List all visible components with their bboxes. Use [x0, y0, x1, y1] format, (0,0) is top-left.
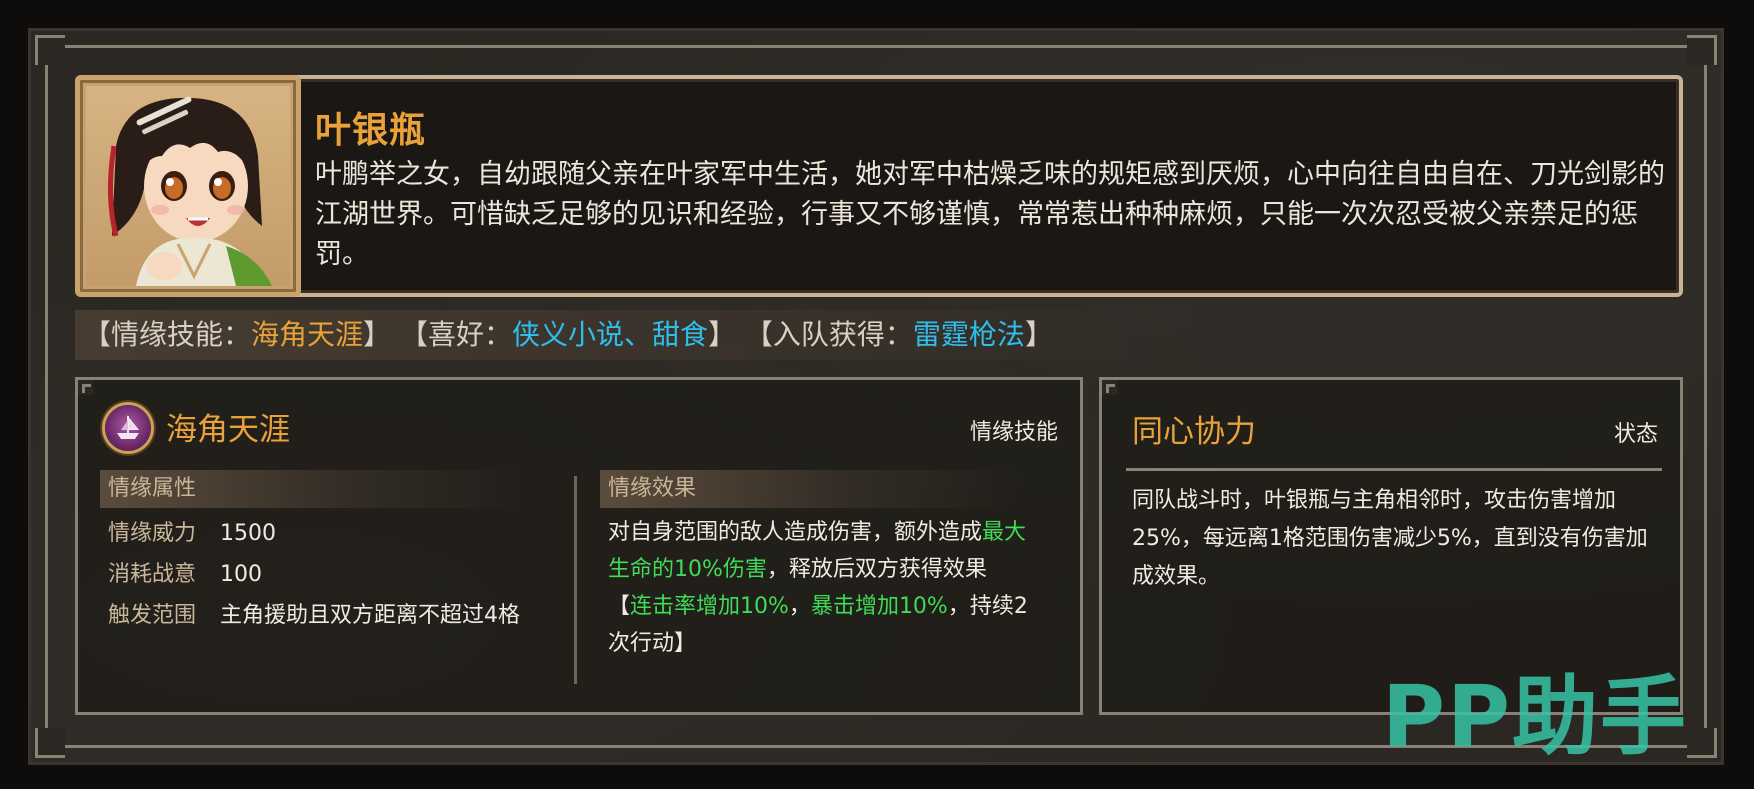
- skill-title: 海角天涯: [166, 412, 290, 448]
- join-reward-link[interactable]: 雷霆枪法: [913, 318, 1025, 351]
- frame-corner-ornament: [1687, 35, 1717, 65]
- affinity-skill-link[interactable]: 海角天涯: [251, 318, 363, 351]
- panel-corner-notch: [1099, 377, 1117, 395]
- attribute-value: 100: [220, 562, 262, 587]
- frame-corner-ornament: [35, 728, 65, 758]
- skill-label: 【情缘技能：: [83, 318, 252, 351]
- hobby-label: 【喜好：: [399, 318, 512, 351]
- effect-header: 情缘效果: [600, 470, 1020, 508]
- attribute-row: 触发范围 主角援助且双方距离不超过4格: [108, 596, 520, 636]
- character-biography: 叶鹏举之女，自幼跟随父亲在叶家军中生活，她对军中枯燥乏味的规矩感到厌烦，心中向往…: [315, 159, 1665, 270]
- effect-highlight: 暴击增加10%: [810, 594, 948, 619]
- frame-corner-ornament: [1687, 728, 1717, 758]
- character-portrait: [75, 75, 301, 297]
- status-title: 同心协力: [1132, 414, 1256, 450]
- attribute-row: 情缘威力 1500: [108, 514, 276, 554]
- character-portrait-image: [107, 96, 272, 286]
- attribute-key: 触发范围: [108, 603, 197, 628]
- affinity-skill-panel: 海角天涯 情缘技能 情缘属性 情缘威力 1500 消耗战意 100 触发范围 主角援助…: [75, 377, 1083, 715]
- hobby-value: 侠义小说、甜食: [511, 318, 708, 351]
- panel-corner-notch: [75, 377, 93, 395]
- attributes-header: 情缘属性: [100, 470, 520, 508]
- frame-corner-ornament: [35, 35, 65, 65]
- character-info-strip: 【情缘技能：海角天涯】 【喜好：侠义小说、甜食】 【入队获得：雷霆枪法】: [75, 310, 1225, 360]
- join-reward-label: 【入队获得：: [744, 318, 913, 351]
- status-panel: 同心协力 状态 同队战斗时，叶银瓶与主角相邻时，攻击伤害增加25%，每远离1格范…: [1099, 377, 1683, 715]
- character-bio-card: 叶银瓶 叶鹏举之女，自幼跟随父亲在叶家军中生活，她对军中枯燥乏味的规矩感到厌烦，…: [75, 75, 1683, 297]
- attribute-value: 主角援助且双方距离不超过4格: [220, 603, 520, 628]
- character-detail-window: 叶银瓶 叶鹏举之女，自幼跟随父亲在叶家军中生活，她对军中枯燥乏味的规矩感到厌烦，…: [28, 28, 1724, 765]
- character-name: 叶银瓶: [315, 110, 427, 151]
- boat-skill-icon: [102, 402, 154, 454]
- status-divider: [1126, 468, 1662, 471]
- watermark-logo: PP助手: [1382, 667, 1689, 767]
- status-type-label: 状态: [1613, 422, 1658, 447]
- attribute-row: 消耗战意 100: [108, 555, 262, 595]
- effect-description: 对自身范围的敌人造成伤害，额外造成最大生命的10%伤害，释放后双方获得效果【连击…: [608, 520, 1028, 656]
- column-divider: [574, 476, 577, 684]
- attribute-key: 消耗战意: [108, 562, 197, 587]
- attribute-key: 情缘威力: [108, 521, 197, 546]
- attribute-value: 1500: [220, 521, 276, 546]
- status-description: 同队战斗时，叶银瓶与主角相邻时，攻击伤害增加25%，每远离1格范围伤害减少5%，…: [1132, 488, 1648, 589]
- skill-type-label: 情缘技能: [969, 420, 1058, 445]
- effect-highlight: 连击率增加10%: [630, 594, 789, 619]
